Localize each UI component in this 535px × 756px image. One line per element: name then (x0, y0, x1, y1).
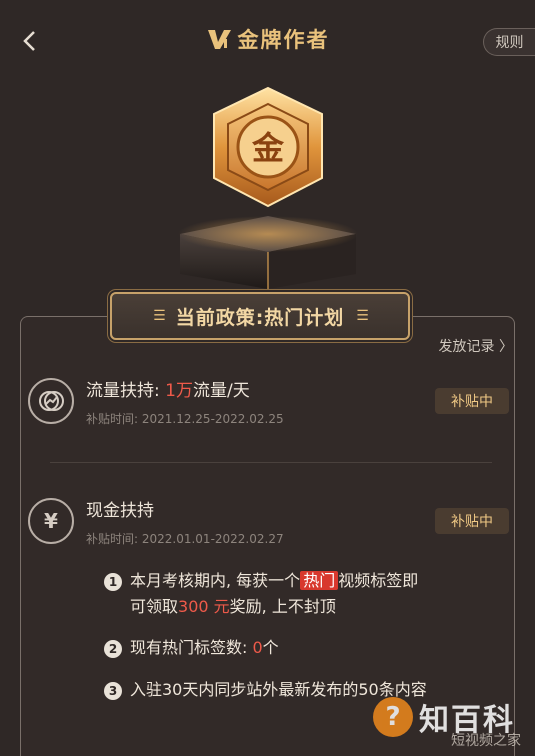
watermark-sub: 短视频之家 (451, 733, 521, 749)
traffic-period: 补贴时间: 2021.12.25-2022.02.25 (86, 412, 284, 426)
policy-title: 当前政策:热门计划 (175, 306, 345, 329)
svg-text:金: 金 (251, 129, 285, 167)
cash-period: 补贴时间: 2022.01.01-2022.02.27 (86, 532, 284, 546)
rule-number-3: 3 (104, 682, 122, 700)
top-bar: 金牌作者 规则 (0, 0, 535, 84)
traffic-icon (28, 378, 74, 424)
rule-number-2: 2 (104, 640, 122, 658)
section-divider (50, 462, 492, 463)
rule-number-1: 1 (104, 573, 122, 591)
page-title-group: 金牌作者 (0, 24, 535, 54)
banner-deco-right: ☰ (356, 308, 368, 324)
rule-item-1: 本月考核期内, 每获一个 热门 视频标签即 可领取300 元奖励, 上不封顶 (130, 571, 419, 616)
traffic-title: 流量扶持: 1万流量/天 (86, 381, 250, 401)
rules-button[interactable]: 规则 (483, 28, 535, 56)
yen-icon: ¥ (28, 498, 74, 544)
rule-item-2: 现有热门标签数: 0个 (130, 638, 279, 657)
gold-medal-hero: 金 (0, 84, 535, 294)
page-title: 金牌作者 (237, 28, 330, 52)
hot-tag: 热门 (300, 571, 339, 590)
distribution-record-link[interactable]: 发放记录 〉 (439, 336, 513, 356)
gold-medal-icon: 金 (178, 86, 358, 289)
cash-title: 现金扶持 (86, 501, 154, 521)
banner-deco-left: ☰ (153, 308, 165, 324)
cash-status-badge: 补贴中 (435, 508, 509, 534)
v-logo-icon (207, 30, 231, 49)
traffic-status-badge: 补贴中 (435, 388, 509, 414)
policy-banner: ☰ 当前政策:热门计划 ☰ (110, 292, 410, 340)
question-icon: ? (373, 697, 413, 737)
